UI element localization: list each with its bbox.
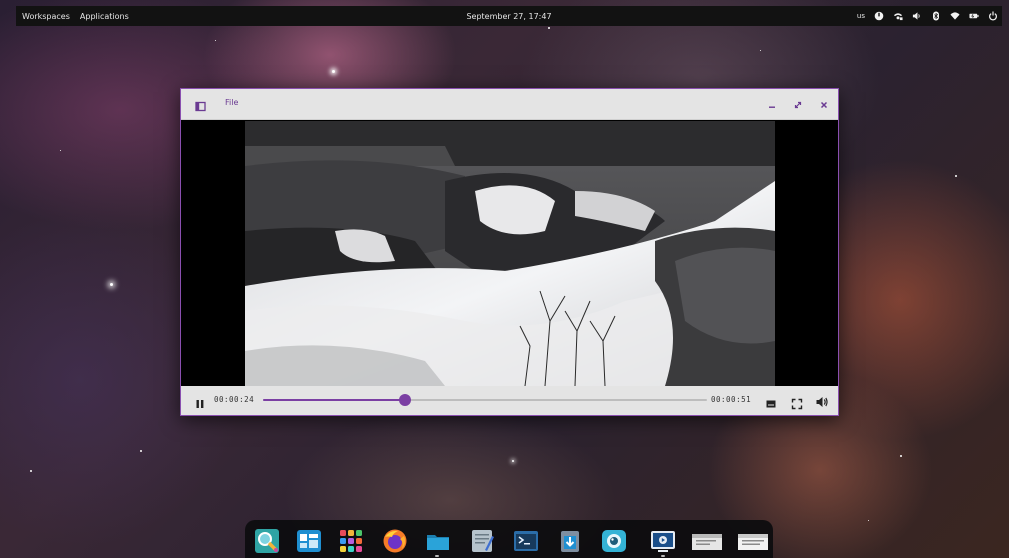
close-icon[interactable]	[817, 98, 831, 112]
image-viewer-icon[interactable]	[254, 528, 280, 554]
volume-icon[interactable]	[815, 394, 829, 408]
file-menu[interactable]: File	[225, 98, 238, 107]
wallpaper-star	[760, 50, 761, 51]
wallpaper-star	[868, 520, 869, 521]
video-frame	[245, 121, 775, 386]
installer-icon[interactable]	[557, 528, 583, 554]
seek-handle[interactable]	[399, 394, 412, 406]
system-tray: us	[857, 6, 998, 26]
pause-icon[interactable]	[194, 395, 206, 408]
wallpaper-star	[60, 150, 61, 151]
workspace-manager-icon[interactable]	[296, 528, 322, 554]
top-panel: Workspaces Applications September 27, 17…	[16, 6, 1002, 26]
maximize-icon[interactable]	[791, 98, 805, 112]
wallpaper-star	[900, 455, 902, 457]
app-grid-icon[interactable]	[338, 528, 364, 554]
sidebar-toggle-icon[interactable]	[194, 98, 208, 112]
current-time: 00:00:24	[214, 395, 255, 404]
waterfall-video-image	[245, 121, 775, 386]
total-duration: 00:00:51	[711, 395, 752, 404]
running-indicator	[435, 555, 439, 557]
power-icon[interactable]	[874, 11, 884, 21]
keyboard-layout-indicator[interactable]: us	[857, 12, 865, 20]
wallpaper-star	[548, 27, 550, 29]
wallpaper-star	[332, 70, 335, 73]
window-titlebar[interactable]: File	[181, 89, 838, 120]
wallpaper-star	[140, 450, 142, 452]
window-preview-icon[interactable]	[737, 528, 769, 554]
wifi-icon[interactable]	[950, 11, 960, 21]
video-viewport[interactable]	[181, 121, 838, 386]
wallpaper-star	[215, 40, 216, 41]
wallpaper-star	[955, 175, 957, 177]
playback-controls: 00:00:24 00:00:51	[181, 386, 838, 415]
battery-icon[interactable]	[969, 11, 979, 21]
subtitles-icon[interactable]	[765, 395, 777, 408]
power-off-icon[interactable]	[988, 11, 998, 21]
volume-icon[interactable]	[912, 11, 922, 21]
minimize-icon[interactable]	[765, 98, 779, 112]
network-icon[interactable]	[893, 11, 903, 21]
wallpaper-star	[110, 283, 113, 286]
terminal-icon[interactable]	[513, 528, 539, 554]
clock-label[interactable]: September 27, 17:47	[466, 12, 551, 21]
seek-progress	[263, 399, 406, 401]
dock	[245, 520, 773, 558]
video-player-icon[interactable]	[650, 528, 676, 554]
wallpaper-star	[512, 460, 514, 462]
wallpaper-star	[30, 470, 32, 472]
bluetooth-icon[interactable]	[931, 11, 941, 21]
running-indicator	[661, 555, 665, 557]
video-player-window: File 00:00:24 00:00:51	[180, 88, 839, 416]
seek-bar[interactable]	[263, 394, 707, 406]
firefox-icon[interactable]	[382, 528, 408, 554]
workspaces-menu[interactable]: Workspaces	[22, 12, 70, 21]
applications-menu[interactable]: Applications	[80, 12, 129, 21]
fullscreen-icon[interactable]	[791, 395, 803, 410]
text-editor-icon[interactable]	[469, 528, 495, 554]
files-icon[interactable]	[425, 528, 451, 554]
camera-icon[interactable]	[601, 528, 627, 554]
clock: September 27, 17:47	[16, 12, 1002, 21]
window-preview-icon[interactable]	[691, 528, 723, 554]
